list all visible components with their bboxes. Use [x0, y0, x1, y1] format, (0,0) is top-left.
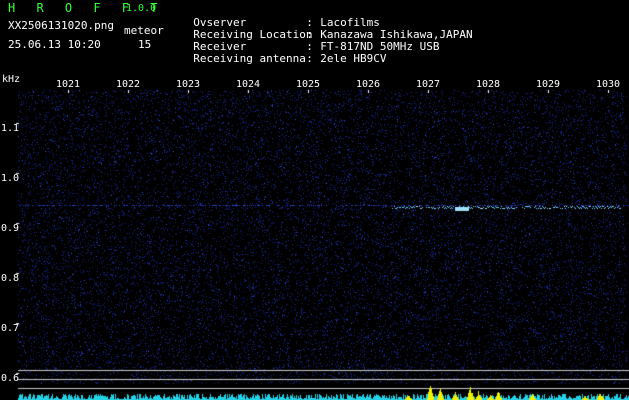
x-tick-label: 1026: [355, 79, 381, 90]
y-tick-label: 0.7: [1, 323, 20, 334]
x-tick-label: 1021: [55, 79, 81, 90]
x-tick-label: 1023: [175, 79, 201, 90]
y-tick-label: 1.1: [1, 123, 20, 134]
x-tick-label: 1030: [595, 79, 621, 90]
x-tick-label: 1025: [295, 79, 321, 90]
spectrogram: [0, 76, 629, 400]
x-tick-label: 1028: [475, 79, 501, 90]
info-sep: :: [306, 52, 313, 65]
info-row-antenna: Receiving antenna: 2ele HB9CV: [180, 41, 386, 65]
y-tick-label: 0.8: [1, 273, 20, 284]
datetime: 25.06.13 10:20: [8, 38, 101, 51]
meteor-label: meteor: [124, 24, 164, 37]
x-tick-label: 1022: [115, 79, 141, 90]
x-tick-label: 1029: [535, 79, 561, 90]
x-tick-label: 1024: [235, 79, 261, 90]
y-tick-label: 0.9: [1, 223, 20, 234]
y-tick-label: 1.0: [1, 173, 20, 184]
file-name: XX2506131020.png: [8, 19, 114, 32]
y-tick-label: 0.6: [1, 373, 20, 384]
y-unit-label: kHz: [2, 74, 21, 85]
x-tick-label: 1027: [415, 79, 441, 90]
meteor-count: 15: [138, 38, 152, 51]
info-value: 2ele HB9CV: [320, 52, 387, 65]
app-version: 1.0.0: [126, 3, 157, 14]
info-key: Receiving antenna: [193, 52, 306, 65]
